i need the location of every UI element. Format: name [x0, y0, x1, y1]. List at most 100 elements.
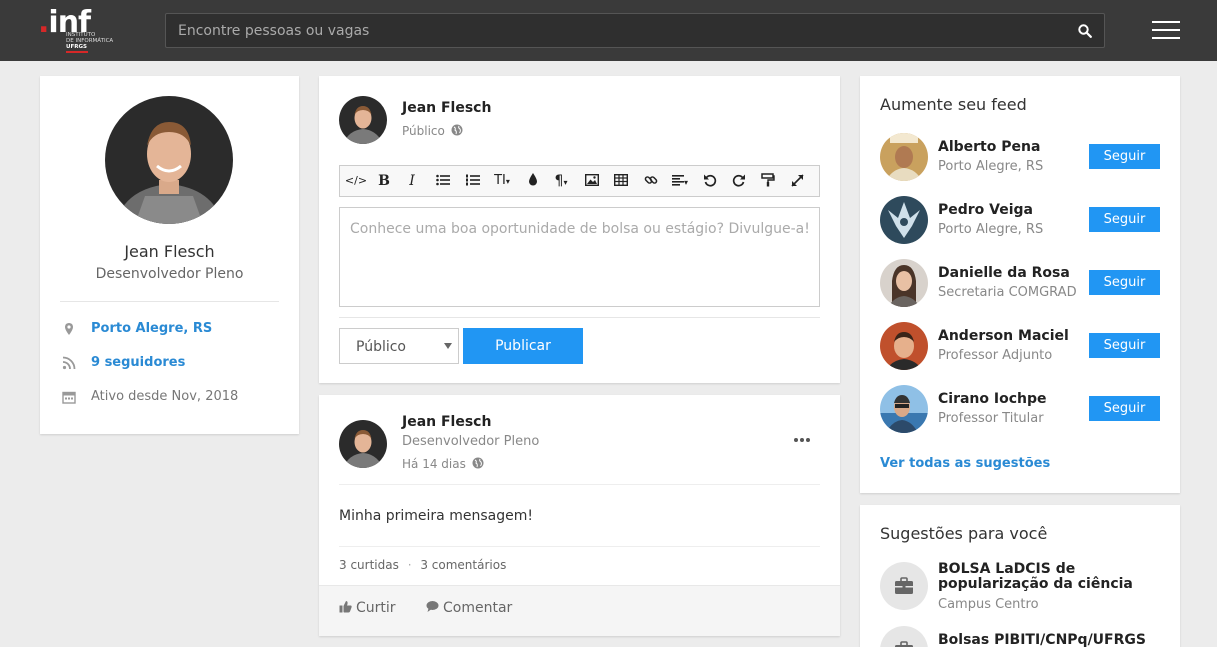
post-time: Há 14 dias — [402, 457, 466, 471]
follow-suggestions-card: Aumente seu feed Alberto Pena Porto Aleg… — [860, 76, 1180, 493]
profile-avatar[interactable] — [105, 96, 233, 224]
composer-visibility: Público — [402, 124, 445, 138]
align-icon[interactable]: ▾ — [665, 166, 695, 196]
visibility-select-value: Público — [356, 339, 406, 355]
briefcase-icon — [895, 641, 913, 647]
suggestion-avatar[interactable] — [880, 133, 928, 181]
job-suggestions-card: Sugestões para você BOLSA LaDCIS de popu… — [860, 505, 1180, 647]
suggestion-name[interactable]: Alberto Pena — [938, 139, 1040, 155]
divider — [339, 484, 820, 485]
visibility-select[interactable]: Público — [339, 328, 459, 364]
suggestion-item: Alberto Pena Porto Alegre, RS Seguir — [880, 133, 1160, 181]
editor-toolbar: </> B I TI▾ ¶▾ ▾ — [339, 165, 820, 197]
profile-followers-row[interactable]: 9 seguidores — [60, 353, 279, 373]
profile-location[interactable]: Porto Alegre, RS — [91, 321, 212, 336]
suggestion-item: Cirano Iochpe Professor Titular Seguir — [880, 385, 1160, 433]
profile-followers[interactable]: 9 seguidores — [91, 355, 185, 370]
job-title[interactable]: Bolsas PIBITI/CNPq/UFRGS — [938, 633, 1163, 647]
comment-label: Comentar — [443, 600, 513, 616]
follow-button[interactable]: Seguir — [1089, 144, 1160, 169]
profile-card: Jean Flesch Desenvolvedor Pleno Porto Al… — [40, 76, 299, 434]
composer-visibility-row: Público — [402, 124, 463, 138]
redo-icon[interactable] — [725, 166, 753, 196]
follow-button[interactable]: Seguir — [1089, 270, 1160, 295]
profile-active-row: Ativo desde Nov, 2018 — [60, 387, 279, 407]
search-box[interactable] — [165, 13, 1105, 48]
post-time-row: Há 14 dias — [402, 457, 484, 471]
suggestion-name[interactable]: Danielle da Rosa — [938, 265, 1070, 281]
job-item[interactable]: Bolsas PIBITI/CNPq/UFRGS — [880, 626, 1160, 647]
link-icon[interactable] — [637, 166, 665, 196]
format-painter-icon[interactable] — [754, 166, 782, 196]
follow-button[interactable]: Seguir — [1089, 207, 1160, 232]
briefcase-icon — [895, 577, 913, 594]
italic-icon[interactable]: I — [398, 166, 426, 196]
post-stats: 3 curtidas · 3 comentários — [339, 558, 506, 572]
code-view-icon[interactable]: </> — [342, 166, 370, 196]
job-title[interactable]: BOLSA LaDCIS de popularização da ciência — [938, 562, 1163, 592]
post-message: Minha primeira mensagem! — [339, 508, 533, 524]
globe-icon — [451, 124, 463, 136]
post-actions-bar: Curtir Comentar — [319, 585, 840, 636]
color-drop-icon[interactable] — [519, 166, 547, 196]
job-suggestions-title: Sugestões para você — [880, 524, 1048, 543]
fullscreen-icon[interactable] — [783, 166, 811, 196]
composer-author[interactable]: Jean Flesch — [402, 100, 491, 116]
comment-button[interactable]: Comentar — [426, 600, 512, 616]
search-input[interactable] — [166, 14, 1066, 47]
thumbs-up-icon — [339, 601, 352, 613]
divider — [339, 546, 820, 547]
paragraph-icon[interactable]: ¶▾ — [546, 166, 576, 196]
suggestion-avatar[interactable] — [880, 322, 928, 370]
suggestion-name[interactable]: Pedro Veiga — [938, 202, 1033, 218]
suggestion-avatar[interactable] — [880, 259, 928, 307]
profile-name[interactable]: Jean Flesch — [40, 242, 299, 261]
post-composer: Jean Flesch Público </> B I TI▾ ¶▾ ▾ Con… — [319, 76, 840, 383]
publish-button[interactable]: Publicar — [463, 328, 583, 364]
rss-icon — [62, 356, 76, 370]
ordered-list-icon[interactable] — [459, 166, 487, 196]
suggestion-item: Anderson Maciel Professor Adjunto Seguir — [880, 322, 1160, 370]
unordered-list-icon[interactable] — [429, 166, 457, 196]
composer-avatar[interactable] — [339, 96, 387, 144]
hamburger-menu-icon[interactable] — [1152, 21, 1180, 41]
more-options-icon[interactable] — [794, 427, 814, 442]
post-editor[interactable]: Conhece uma boa oportunidade de bolsa ou… — [339, 207, 820, 307]
suggestion-name[interactable]: Cirano Iochpe — [938, 391, 1047, 407]
profile-active-since: Ativo desde Nov, 2018 — [91, 389, 239, 404]
inf-logo[interactable]: .inf INSTITUTO DE INFORMÁTICA UFRGS — [38, 6, 128, 54]
post-comments-count[interactable]: 3 comentários — [420, 558, 506, 572]
search-icon[interactable] — [1078, 24, 1092, 38]
profile-location-row[interactable]: Porto Alegre, RS — [60, 319, 279, 339]
job-icon-wrapper — [880, 626, 928, 647]
bold-icon[interactable]: B — [370, 166, 398, 196]
undo-icon[interactable] — [696, 166, 724, 196]
post-author-avatar[interactable] — [339, 420, 387, 468]
suggestion-subtitle: Porto Alegre, RS — [938, 159, 1044, 174]
job-item[interactable]: BOLSA LaDCIS de popularização da ciência… — [880, 562, 1163, 612]
editor-placeholder: Conhece uma boa oportunidade de bolsa ou… — [350, 221, 810, 237]
calendar-icon — [62, 391, 76, 404]
like-label: Curtir — [356, 600, 396, 616]
follow-button[interactable]: Seguir — [1089, 333, 1160, 358]
suggestion-name[interactable]: Anderson Maciel — [938, 328, 1069, 344]
job-location: Campus Centro — [938, 597, 1039, 612]
suggestion-avatar[interactable] — [880, 385, 928, 433]
post-likes-count[interactable]: 3 curtidas — [339, 558, 399, 572]
top-navbar: .inf INSTITUTO DE INFORMÁTICA UFRGS — [0, 0, 1217, 61]
follow-button[interactable]: Seguir — [1089, 396, 1160, 421]
follow-suggestions-title: Aumente seu feed — [880, 95, 1027, 114]
suggestion-item: Pedro Veiga Porto Alegre, RS Seguir — [880, 196, 1160, 244]
post-author-role: Desenvolvedor Pleno — [402, 434, 540, 449]
suggestion-subtitle: Professor Adjunto — [938, 348, 1053, 363]
suggestion-avatar[interactable] — [880, 196, 928, 244]
see-all-suggestions-link[interactable]: Ver todas as sugestões — [880, 456, 1050, 471]
stats-separator: · — [407, 558, 412, 572]
post-author[interactable]: Jean Flesch — [402, 414, 491, 430]
image-icon[interactable] — [578, 166, 606, 196]
table-icon[interactable] — [607, 166, 635, 196]
caret-down-icon — [444, 343, 452, 349]
like-button[interactable]: Curtir — [339, 600, 396, 616]
font-size-icon[interactable]: TI▾ — [487, 166, 517, 196]
logo-underline — [66, 51, 88, 53]
